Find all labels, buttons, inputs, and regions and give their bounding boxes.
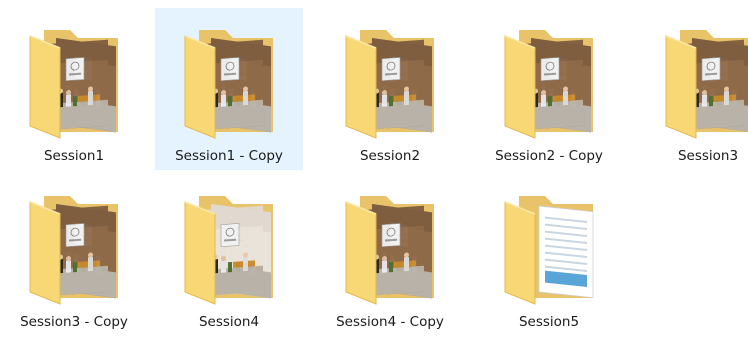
folder-name: Session2 bbox=[359, 148, 421, 164]
folder-name: Session3 bbox=[677, 148, 739, 164]
folder-item-session3-copy[interactable]: Session3 - Copy bbox=[0, 174, 148, 336]
folder-icon bbox=[181, 192, 277, 306]
folder-icon bbox=[342, 26, 438, 140]
folder-name: Session5 bbox=[518, 314, 580, 330]
folder-icon bbox=[501, 26, 597, 140]
folder-name: Session1 bbox=[43, 148, 105, 164]
folder-item-session2[interactable]: Session2 bbox=[316, 8, 464, 170]
folder-name: Session3 - Copy bbox=[20, 314, 128, 330]
folder-item-session4[interactable]: Session4 bbox=[155, 174, 303, 336]
folder-name: Session2 - Copy bbox=[495, 148, 603, 164]
folder-item-session3[interactable]: Session3 bbox=[634, 8, 748, 170]
folder-icon bbox=[662, 26, 748, 140]
folder-item-session1[interactable]: Session1 bbox=[0, 8, 148, 170]
folder-icon bbox=[26, 26, 122, 140]
folder-icon bbox=[26, 192, 122, 306]
folder-item-session4-copy[interactable]: Session4 - Copy bbox=[316, 174, 464, 336]
folder-icon bbox=[501, 192, 597, 306]
folder-icon bbox=[342, 192, 438, 306]
folder-item-session5[interactable]: Session5 bbox=[475, 174, 623, 336]
folder-name: Session1 - Copy bbox=[175, 148, 283, 164]
folder-item-session1-copy[interactable]: Session1 - Copy bbox=[155, 8, 303, 170]
folder-name: Session4 - Copy bbox=[336, 314, 444, 330]
folder-name: Session4 bbox=[198, 314, 260, 330]
folder-icon bbox=[181, 26, 277, 140]
folder-item-session2-copy[interactable]: Session2 - Copy bbox=[475, 8, 623, 170]
file-grid: Session1 Session1 - Copy Session2 Sessio… bbox=[0, 0, 748, 338]
